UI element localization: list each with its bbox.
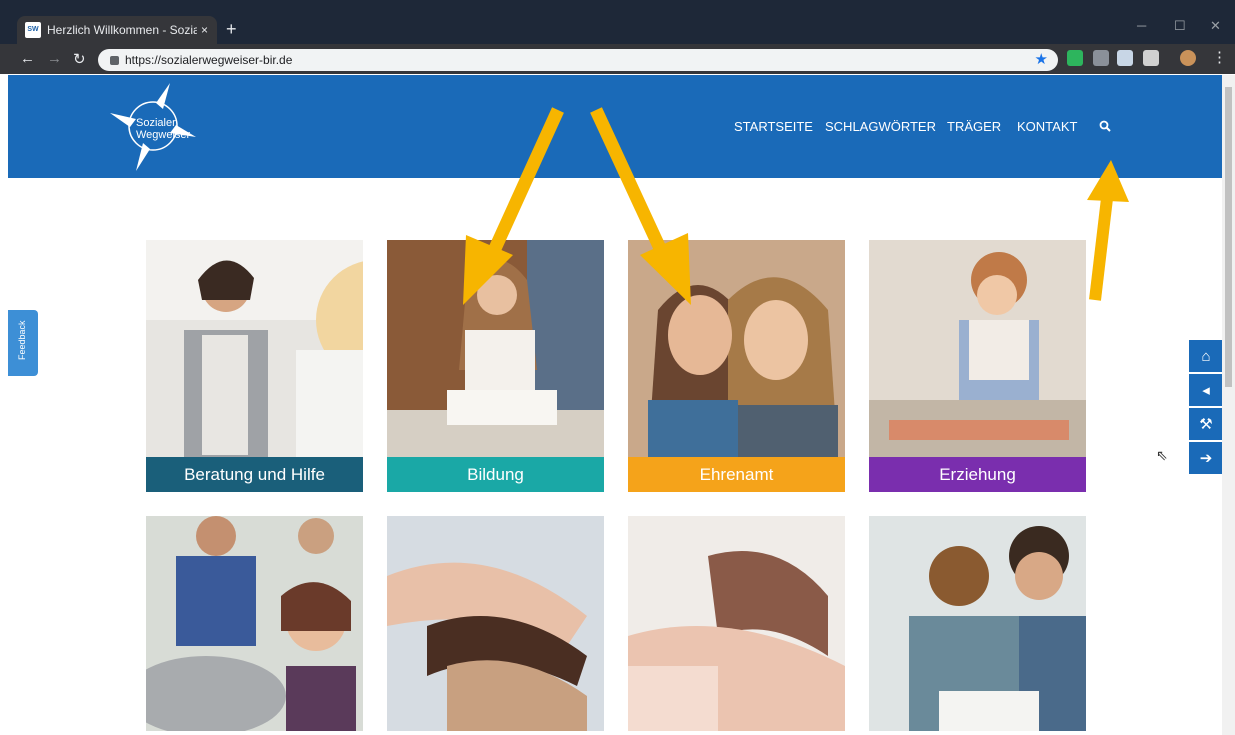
scrollbar-thumb[interactable] bbox=[1225, 87, 1232, 387]
nav-traeger[interactable]: TRÄGER bbox=[947, 119, 1001, 134]
megaphone-icon[interactable]: ◂ bbox=[1189, 374, 1222, 406]
tile-label: Erziehung bbox=[869, 457, 1086, 492]
maximize-icon[interactable]: ☐ bbox=[1174, 18, 1186, 34]
nav-schlagwoerter[interactable]: SCHLAGWÖRTER bbox=[825, 119, 936, 134]
scrollbar[interactable] bbox=[1222, 75, 1235, 735]
nav-startseite[interactable]: STARTSEITE bbox=[734, 119, 813, 134]
forward-icon[interactable]: → bbox=[47, 50, 62, 67]
search-icon[interactable] bbox=[1099, 120, 1111, 132]
tile-image bbox=[146, 240, 363, 457]
extension-icon[interactable] bbox=[1117, 50, 1133, 66]
extension-icon[interactable] bbox=[1143, 50, 1159, 66]
side-quick-links: ⌂ ◂ ⚒ ➔ bbox=[1189, 340, 1222, 476]
tab-bar: SW Herzlich Willkommen - Sozialer W × + … bbox=[0, 8, 1235, 44]
browser-toolbar: ← → ↻ https://sozialerwegweiser-bir.de ★… bbox=[0, 44, 1235, 74]
site-logo[interactable]: Sozialer Wegweiser bbox=[108, 81, 198, 171]
favicon-icon: SW bbox=[25, 22, 41, 38]
category-tile[interactable] bbox=[869, 516, 1086, 731]
back-icon[interactable]: ← bbox=[20, 50, 35, 67]
logout-icon[interactable]: ➔ bbox=[1189, 442, 1222, 474]
tile-image bbox=[869, 240, 1086, 457]
nav-kontakt[interactable]: KONTAKT bbox=[1017, 119, 1077, 134]
evernote-extension-icon[interactable] bbox=[1067, 50, 1083, 66]
tile-label: Beratung und Hilfe bbox=[146, 457, 363, 492]
minimize-icon[interactable]: ─ bbox=[1137, 18, 1146, 33]
window-close-icon[interactable]: ✕ bbox=[1210, 18, 1221, 34]
address-bar[interactable]: https://sozialerwegweiser-bir.de ★ bbox=[98, 49, 1058, 71]
category-tile-beratung[interactable]: Beratung und Hilfe bbox=[146, 240, 363, 492]
tile-image bbox=[387, 516, 604, 731]
reload-icon[interactable]: ↻ bbox=[73, 50, 86, 68]
bookmark-star-icon[interactable]: ★ bbox=[1035, 50, 1048, 68]
new-tab-button[interactable]: + bbox=[226, 19, 237, 40]
mouse-cursor-icon: ⇖ bbox=[1156, 447, 1168, 463]
profile-avatar-icon[interactable] bbox=[1180, 50, 1196, 66]
feedback-tab[interactable]: Feedback bbox=[8, 310, 38, 376]
annotation-arrow-icon bbox=[1087, 160, 1129, 301]
tile-image bbox=[628, 516, 845, 731]
category-tile[interactable] bbox=[628, 516, 845, 731]
web-page: Sozialer Wegweiser STARTSEITE SCHLAGWÖRT… bbox=[8, 75, 1222, 735]
annotation-arrow-icon bbox=[463, 107, 564, 305]
category-tile-erziehung[interactable]: Erziehung bbox=[869, 240, 1086, 492]
home-icon[interactable]: ⌂ bbox=[1189, 340, 1222, 372]
logo-text: Sozialer Wegweiser bbox=[136, 117, 191, 141]
tile-image bbox=[146, 516, 363, 731]
tab-title: Herzlich Willkommen - Sozialer W bbox=[47, 23, 197, 37]
close-tab-icon[interactable]: × bbox=[201, 23, 208, 37]
browser-tab[interactable]: SW Herzlich Willkommen - Sozialer W × bbox=[17, 16, 217, 44]
lock-icon bbox=[110, 55, 119, 65]
category-tile[interactable] bbox=[146, 516, 363, 731]
extension-icon[interactable] bbox=[1093, 50, 1109, 66]
category-tile[interactable] bbox=[387, 516, 604, 731]
wrench-icon[interactable]: ⚒ bbox=[1189, 408, 1222, 440]
menu-icon[interactable]: ⋮ bbox=[1212, 48, 1227, 66]
tile-label: Ehrenamt bbox=[628, 457, 845, 492]
tile-label: Bildung bbox=[387, 457, 604, 492]
tile-image bbox=[869, 516, 1086, 731]
annotation-arrow-icon bbox=[590, 107, 691, 305]
url-text: https://sozialerwegweiser-bir.de bbox=[125, 53, 293, 67]
